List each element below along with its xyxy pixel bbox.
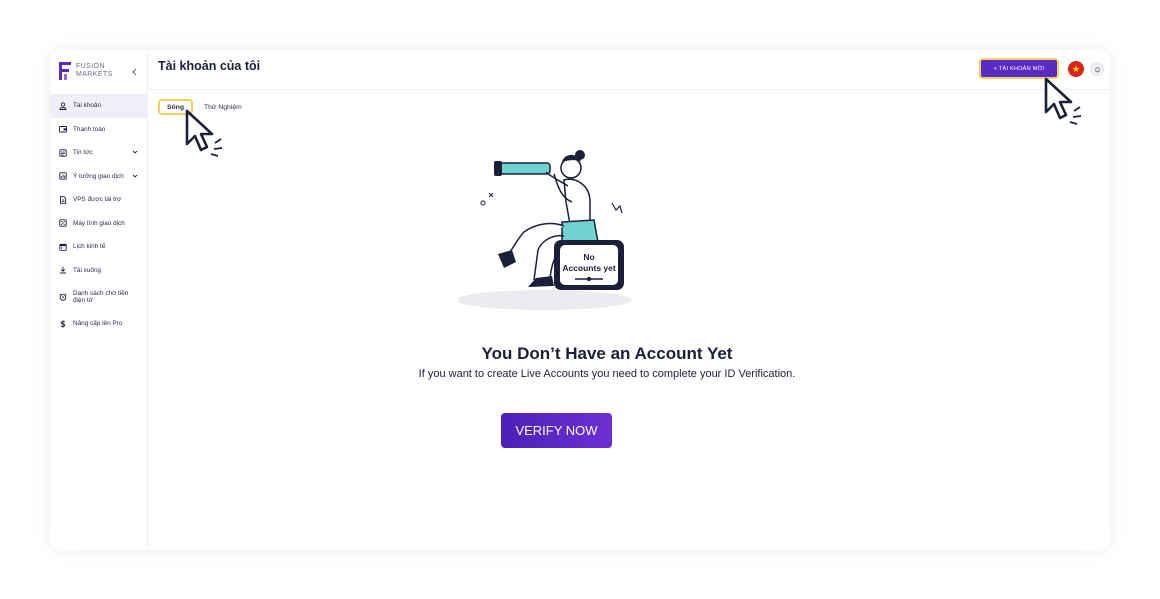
sidebar-item-label: Tải xuống	[73, 266, 102, 274]
cursor-pointer-icon	[1044, 77, 1082, 125]
sidebar-menu: Tài khoản Thanh toán Tin tức Ý tưởng gia…	[50, 94, 148, 336]
chevron-down-icon[interactable]	[132, 149, 138, 155]
main-content: Tài khoản của tôi + TÀI KHOẢN MỚI ★ Sống…	[148, 50, 1110, 550]
fusion-logo-icon	[59, 62, 71, 80]
sidebar-item-vps[interactable]: VPS được tài trợ	[50, 188, 148, 212]
user-icon	[59, 102, 67, 110]
sidebar-item-economic-calendar[interactable]: Lịch kinh tế	[50, 235, 148, 259]
sidebar-item-downloads[interactable]: Tải xuống	[50, 259, 148, 283]
sidebar-item-label: Tài khoản	[73, 102, 102, 110]
sign-line-1: No	[583, 252, 594, 262]
calculator-icon	[59, 219, 67, 227]
sidebar-item-label: Máy tính giao dịch	[73, 219, 125, 227]
wallet-icon	[59, 126, 67, 133]
bell-icon[interactable]	[1090, 62, 1104, 76]
cursor-pointer-icon	[185, 109, 223, 157]
empty-state-illustration: No Accounts yet	[458, 150, 632, 310]
sidebar-item-label: Nâng cấp lên Pro	[73, 320, 123, 328]
empty-state-subtext: If you want to create Live Accounts you …	[418, 368, 796, 380]
sidebar-item-label: Ý tưởng giao dịch	[73, 172, 124, 180]
sidebar-item-label: Tin tức	[73, 149, 93, 157]
verify-now-button[interactable]: VERIFY NOW	[501, 413, 612, 448]
sidebar-item-trading-ideas[interactable]: Ý tưởng giao dịch	[50, 165, 148, 189]
document-icon	[60, 196, 67, 204]
sidebar-item-label: Danh sách chờ tiền điện tử	[73, 290, 129, 304]
brand-logo[interactable]: FUSION MARKETS	[58, 60, 140, 82]
calendar-icon	[59, 243, 67, 251]
empty-state-heading: You Don’t Have an Account Yet	[481, 344, 733, 363]
sidebar-item-label: Thanh toán	[73, 125, 106, 133]
sidebar-item-upgrade-pro[interactable]: Nâng cấp lên Pro	[50, 312, 148, 336]
vietnam-flag-icon[interactable]: ★	[1068, 61, 1084, 77]
dollar-icon	[60, 320, 66, 328]
alarm-icon	[59, 293, 67, 301]
sidebar-item-crypto-waitlist[interactable]: Danh sách chờ tiền điện tử	[50, 282, 148, 312]
sidebar: FUSION MARKETS Tài khoản Thanh toán Tin …	[50, 50, 148, 550]
sidebar-item-label: Lịch kinh tế	[73, 243, 106, 251]
sidebar-item-payments[interactable]: Thanh toán	[50, 118, 148, 142]
sign-line-2: Accounts yet	[562, 263, 616, 273]
news-icon	[59, 149, 67, 157]
sidebar-item-label: VPS được tài trợ	[73, 196, 122, 204]
sidebar-item-news[interactable]: Tin tức	[50, 141, 148, 165]
header: Tài khoản của tôi + TÀI KHOẢN MỚI ★	[148, 50, 1110, 90]
download-icon	[60, 267, 66, 274]
chevron-left-icon[interactable]	[131, 68, 139, 76]
chart-icon	[59, 172, 67, 180]
page-title: Tài khoản của tôi	[158, 59, 261, 73]
sidebar-item-calculator[interactable]: Máy tính giao dịch	[50, 212, 148, 236]
brand-line2: MARKETS	[76, 71, 113, 78]
chevron-down-icon[interactable]	[132, 173, 138, 179]
brand-line1: FUSION	[76, 63, 105, 70]
sidebar-item-accounts[interactable]: Tài khoản	[50, 94, 148, 118]
